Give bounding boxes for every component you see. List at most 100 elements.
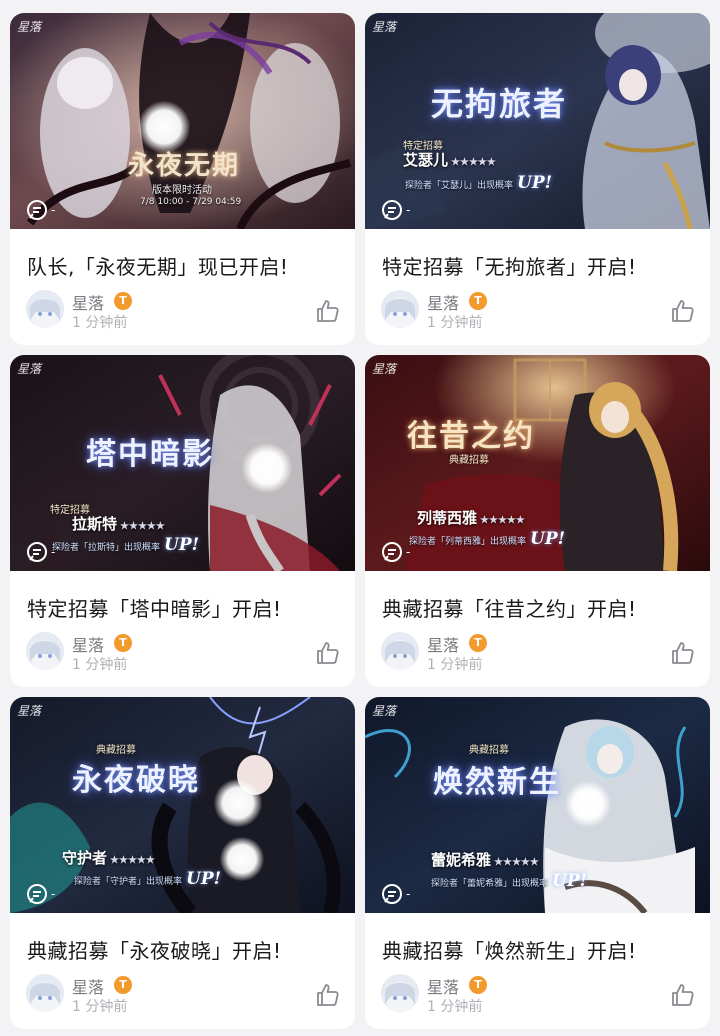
censor-blur bbox=[242, 443, 292, 493]
author-avatar[interactable] bbox=[26, 974, 64, 1012]
post-card[interactable]: 星落 无拘旅者 特定招募 艾瑟儿 ★★★★★ 探险者「艾瑟儿」出现概率 UP! - … bbox=[365, 13, 710, 345]
author-avatar[interactable] bbox=[26, 632, 64, 670]
post-card[interactable]: 星落 永夜无期 版本限时活动 7/8 10:00 - 7/29 04:59 - … bbox=[10, 13, 355, 345]
banner-rate-up: 探险者「守护者」出现概率 UP! bbox=[74, 869, 221, 889]
banner-title: 往昔之约 bbox=[407, 419, 535, 454]
post-thumbnail[interactable]: 星落 典藏招募 焕然新生 蕾妮希雅 ★★★★★ 探险者「蕾妮希雅」出现概率 UP! … bbox=[365, 697, 710, 913]
banner-rate-up: 探险者「蕾妮希雅」出现概率 UP! bbox=[431, 871, 587, 891]
avatar-image bbox=[26, 290, 64, 328]
character-name: 蕾妮希雅 bbox=[431, 851, 492, 869]
comment-indicator[interactable]: - bbox=[381, 541, 410, 563]
post-thumbnail[interactable]: 星落 永夜无期 版本限时活动 7/8 10:00 - 7/29 04:59 - bbox=[10, 13, 355, 229]
rarity-stars: ★★★★★ bbox=[110, 855, 155, 866]
banner-title: 焕然新生 bbox=[433, 765, 561, 800]
banner-character: 守护者 ★★★★★ bbox=[62, 847, 155, 868]
post-title[interactable]: 典藏招募「往昔之约」开启! bbox=[382, 593, 637, 622]
banner-rate-up: 探险者「列蒂西雅」出现概率 UP! bbox=[409, 529, 565, 549]
comment-icon bbox=[27, 200, 47, 220]
post-title[interactable]: 队长,「永夜无期」现已开启! bbox=[27, 251, 288, 280]
avatar-image bbox=[26, 632, 64, 670]
author-name[interactable]: 星落 bbox=[72, 632, 104, 656]
avatar-image bbox=[381, 290, 419, 328]
comment-indicator[interactable]: - bbox=[381, 199, 410, 221]
post-card[interactable]: 星落 往昔之约 典藏招募 列蒂西雅 ★★★★★ 探险者「列蒂西雅」出现概率 UP! … bbox=[365, 355, 710, 687]
post-time: 1 分钟前 bbox=[427, 315, 483, 331]
author-name[interactable]: 星落 bbox=[72, 974, 104, 998]
post-title[interactable]: 特定招募「塔中暗影」开启! bbox=[27, 593, 282, 622]
comment-indicator[interactable]: - bbox=[26, 541, 55, 563]
author-level-badge: T bbox=[469, 634, 487, 652]
comment-indicator[interactable]: - bbox=[26, 883, 55, 905]
like-icon[interactable] bbox=[670, 982, 696, 1008]
rate-text: 探险者「艾瑟儿」出现概率 bbox=[405, 181, 514, 191]
post-thumbnail[interactable]: 星落 无拘旅者 特定招募 艾瑟儿 ★★★★★ 探险者「艾瑟儿」出现概率 UP! - bbox=[365, 13, 710, 229]
post-thumbnail[interactable]: 星落 塔中暗影 特定招募 拉斯特 ★★★★★ 探险者「拉斯特」出现概率 UP! - bbox=[10, 355, 355, 571]
up-label: UP! bbox=[530, 529, 566, 549]
author-name[interactable]: 星落 bbox=[427, 290, 459, 314]
post-thumbnail[interactable]: 星落 往昔之约 典藏招募 列蒂西雅 ★★★★★ 探险者「列蒂西雅」出现概率 UP! … bbox=[365, 355, 710, 571]
character-name: 守护者 bbox=[62, 849, 108, 867]
rarity-stars: ★★★★★ bbox=[480, 515, 525, 526]
censor-blur bbox=[220, 837, 264, 881]
comment-count: - bbox=[51, 887, 56, 901]
post-time: 1 分钟前 bbox=[72, 315, 128, 331]
up-label: UP! bbox=[164, 535, 200, 555]
post-time: 1 分钟前 bbox=[427, 657, 483, 673]
comment-count: - bbox=[406, 203, 411, 217]
banner-character: 列蒂西雅 ★★★★★ bbox=[417, 507, 525, 528]
post-meta: 星落 T 1 分钟前 bbox=[26, 974, 341, 1015]
rate-text: 探险者「拉斯特」出现概率 bbox=[52, 543, 161, 553]
post-title[interactable]: 典藏招募「焕然新生」开启! bbox=[382, 935, 637, 964]
post-card[interactable]: 星落 典藏招募 焕然新生 蕾妮希雅 ★★★★★ 探险者「蕾妮希雅」出现概率 UP! … bbox=[365, 697, 710, 1029]
up-label: UP! bbox=[552, 871, 588, 891]
author-avatar[interactable] bbox=[381, 632, 419, 670]
comment-icon bbox=[382, 542, 402, 562]
like-icon[interactable] bbox=[315, 298, 341, 324]
author-avatar[interactable] bbox=[381, 974, 419, 1012]
author-name[interactable]: 星落 bbox=[427, 974, 459, 998]
rate-text: 探险者「守护者」出现概率 bbox=[74, 877, 183, 887]
post-title[interactable]: 特定招募「无拘旅者」开启! bbox=[382, 251, 637, 280]
author-avatar[interactable] bbox=[26, 290, 64, 328]
avatar-image bbox=[381, 974, 419, 1012]
post-thumbnail[interactable]: 星落 典藏招募 永夜破晓 守护者 ★★★★★ 探险者「守护者」出现概率 UP! - bbox=[10, 697, 355, 913]
author-name[interactable]: 星落 bbox=[72, 290, 104, 314]
post-meta: 星落 T 1 分钟前 bbox=[26, 290, 341, 331]
studio-logo: 星落 bbox=[17, 20, 42, 34]
post-title[interactable]: 典藏招募「永夜破晓」开启! bbox=[27, 935, 282, 964]
author-name[interactable]: 星落 bbox=[427, 632, 459, 656]
like-icon[interactable] bbox=[315, 640, 341, 666]
comment-icon bbox=[382, 200, 402, 220]
author-level-badge: T bbox=[114, 292, 132, 310]
character-name: 艾瑟儿 bbox=[403, 151, 449, 169]
character-name: 拉斯特 bbox=[72, 515, 118, 533]
post-meta: 星落 T 1 分钟前 bbox=[26, 632, 341, 673]
banner-title: 塔中暗影 bbox=[86, 437, 214, 472]
banner-dates: 7/8 10:00 - 7/29 04:59 bbox=[140, 197, 242, 207]
studio-logo: 星落 bbox=[17, 704, 42, 718]
studio-logo: 星落 bbox=[372, 20, 397, 34]
rarity-stars: ★★★★★ bbox=[494, 857, 539, 868]
author-level-badge: T bbox=[469, 292, 487, 310]
like-icon[interactable] bbox=[670, 298, 696, 324]
avatar-image bbox=[26, 974, 64, 1012]
like-icon[interactable] bbox=[670, 640, 696, 666]
banner-character: 蕾妮希雅 ★★★★★ bbox=[431, 849, 539, 870]
comment-count: - bbox=[406, 545, 411, 559]
banner-character: 艾瑟儿 ★★★★★ bbox=[403, 149, 496, 170]
rarity-stars: ★★★★★ bbox=[120, 521, 165, 532]
studio-logo: 星落 bbox=[372, 704, 397, 718]
comment-indicator[interactable]: - bbox=[26, 199, 55, 221]
post-meta: 星落 T 1 分钟前 bbox=[381, 290, 696, 331]
author-avatar[interactable] bbox=[381, 290, 419, 328]
like-icon[interactable] bbox=[315, 982, 341, 1008]
author-level-badge: T bbox=[469, 976, 487, 994]
post-card[interactable]: 星落 塔中暗影 特定招募 拉斯特 ★★★★★ 探险者「拉斯特」出现概率 UP! - … bbox=[10, 355, 355, 687]
censor-blur bbox=[214, 779, 262, 827]
character-name: 列蒂西雅 bbox=[417, 509, 478, 527]
post-grid: 星落 永夜无期 版本限时活动 7/8 10:00 - 7/29 04:59 - … bbox=[0, 0, 720, 1036]
comment-count: - bbox=[51, 203, 56, 217]
comment-indicator[interactable]: - bbox=[381, 883, 410, 905]
post-card[interactable]: 星落 典藏招募 永夜破晓 守护者 ★★★★★ 探险者「守护者」出现概率 UP! - bbox=[10, 697, 355, 1029]
up-label: UP! bbox=[517, 173, 553, 193]
